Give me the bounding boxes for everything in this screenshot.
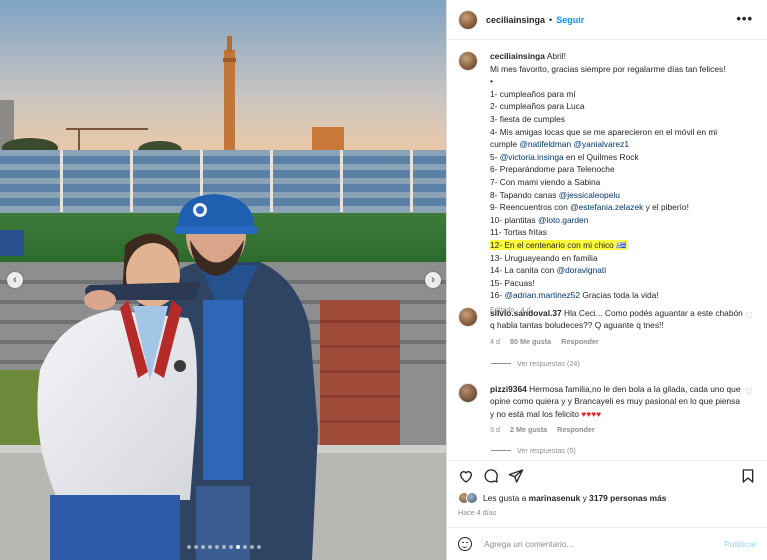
caption-line: 2- cumpleaños para Luca	[490, 101, 585, 112]
likes-summary: Les gusta a marinasenuk y 3179 personas …	[458, 492, 666, 504]
mention-link[interactable]: @yanialvarez1	[573, 139, 629, 149]
view-replies-button[interactable]: Ver respuestas (5)	[491, 446, 576, 455]
mention-link[interactable]: @victoria.insinga	[500, 152, 564, 162]
caption-line: 14- La canita con @doravignati	[490, 265, 607, 276]
caption-line: 10- plantitas @loto.garden	[490, 214, 589, 225]
caption-line: 9- Reencuentros con @estefania.zelazek y…	[490, 202, 689, 213]
stadium-photo	[0, 0, 446, 560]
comment-likes[interactable]: 2 Me gusta	[510, 424, 547, 436]
bookmark-icon[interactable]	[740, 468, 756, 484]
caption-line: 4- Mis amigas locas que se me apareciero…	[490, 126, 718, 150]
comments-section[interactable]: ceciliainsinga Abril! Mi mes favorito, g…	[448, 40, 767, 460]
mention-link[interactable]: @loto.garden	[538, 215, 588, 225]
post-header: ceciliainsinga • Seguir •••	[448, 0, 767, 40]
publish-button[interactable]: Publicar	[724, 539, 757, 549]
avatar[interactable]	[458, 9, 478, 30]
view-replies-button[interactable]: Ver respuestas (24)	[491, 359, 580, 368]
caption-line: Mi mes favorito, gracias siempre por reg…	[490, 63, 726, 74]
liked-by-user[interactable]: marinasenuk	[529, 493, 581, 503]
avatar[interactable]	[458, 383, 478, 403]
caption-username[interactable]: ceciliainsinga	[490, 51, 545, 61]
carousel-dot	[214, 545, 219, 549]
carousel-dot	[207, 545, 212, 549]
likes-count[interactable]: 3179 personas más	[589, 493, 666, 503]
caption-line: 7- Con mami viendo a Sabina	[490, 176, 601, 187]
caption-line: 13- Uruguayeando en familia	[490, 252, 598, 263]
share-send-icon[interactable]	[508, 468, 524, 484]
caption-line: 11- Tortas fritas	[490, 227, 547, 238]
comment-input[interactable]	[484, 539, 724, 549]
carousel-dot	[221, 545, 226, 549]
comment-text: Hermosa familia,no le den bola a la gila…	[490, 384, 741, 419]
reply-button[interactable]: Responder	[561, 336, 599, 348]
caption-line: 6- Preparándome para Telenoche	[490, 164, 615, 175]
carousel-prev-button[interactable]: ‹	[7, 272, 23, 288]
carousel-dot	[200, 545, 205, 549]
avatar[interactable]	[458, 307, 478, 327]
heart-icon[interactable]: ♡	[745, 311, 753, 322]
header-separator: •	[549, 14, 553, 25]
like-heart-icon[interactable]	[458, 468, 474, 484]
caption-bullet: •	[490, 76, 493, 87]
caption-line: 15- Pacuas!	[490, 277, 535, 288]
comment-username[interactable]: silvio.sandoval.37	[490, 308, 562, 318]
caption-line: 16- @adrian.martinez52 Gracias toda la v…	[490, 290, 659, 301]
carousel-dot	[186, 545, 191, 549]
post-caption: ceciliainsinga Abril! Mi mes favorito, g…	[458, 50, 758, 316]
carousel-dot	[249, 545, 254, 549]
carousel-dots	[0, 545, 446, 549]
divider	[491, 450, 511, 451]
follow-button[interactable]: Seguir	[556, 15, 584, 25]
avatar[interactable]	[458, 51, 478, 71]
post-timestamp: Hace 4 días	[458, 508, 497, 517]
more-options-icon[interactable]: •••	[736, 11, 753, 26]
carousel-dot	[228, 545, 233, 549]
caption-text: ceciliainsinga Abril! Mi mes favorito, g…	[490, 50, 745, 316]
carousel-dot	[235, 545, 240, 549]
comment-bubble-icon[interactable]	[483, 468, 499, 484]
action-bar	[448, 460, 767, 488]
header-username[interactable]: ceciliainsinga	[486, 15, 545, 25]
mention-link[interactable]: @doravignati	[557, 265, 606, 275]
comment-age: 4 d	[490, 336, 500, 346]
highlight-mark: 12- En el centenario con mi chico 🇺🇾	[490, 239, 627, 250]
caption-line: 8- Tapando canas @jessicaleopelu	[490, 189, 620, 200]
comment-username[interactable]: pizzi9364	[490, 384, 527, 394]
comment-item: silvio.sandoval.37 Hla Ceci... Como podé…	[458, 307, 763, 348]
heart-icon[interactable]: ♡	[745, 387, 753, 398]
emoji-smile-icon[interactable]	[458, 537, 472, 551]
caption-intro: Abril!	[546, 51, 566, 61]
comment-age: 3 d	[490, 425, 500, 435]
mention-link[interactable]: @adrian.martinez52	[504, 290, 580, 300]
post-photo[interactable]: ‹ ›	[0, 0, 447, 560]
caption-line-highlighted: 12- En el centenario con mi chico 🇺🇾	[490, 239, 745, 252]
chevron-right-icon: ›	[431, 273, 435, 286]
chevron-left-icon: ‹	[13, 273, 17, 286]
caption-line: 5- @victoria.insinga en el Quilmes Rock	[490, 151, 639, 162]
likes-prefix: Les gusta a	[483, 493, 527, 503]
reply-button[interactable]: Responder	[557, 424, 595, 436]
avatar	[466, 492, 478, 504]
add-comment-bar: Publicar	[448, 527, 767, 560]
divider	[491, 363, 511, 364]
likes-connector: y	[582, 493, 587, 503]
heart-emoji: ♥♥♥♥	[581, 408, 602, 419]
view-replies-label: Ver respuestas (24)	[517, 359, 580, 368]
carousel-next-button[interactable]: ›	[425, 272, 441, 288]
carousel-dot	[242, 545, 247, 549]
comment-item: pizzi9364 Hermosa familia,no le den bola…	[458, 383, 763, 437]
caption-line: 3- fiesta de cumples	[490, 113, 565, 124]
post-side-panel: ceciliainsinga • Seguir ••• ceciliainsin…	[448, 0, 767, 560]
carousel-dot	[256, 545, 261, 549]
carousel-dot	[193, 545, 198, 549]
view-replies-label: Ver respuestas (5)	[517, 446, 576, 455]
mention-link[interactable]: @jessicaleopelu	[559, 190, 620, 200]
comment-likes[interactable]: 80 Me gusta	[510, 336, 551, 348]
mention-link[interactable]: @estefania.zelazek	[570, 202, 643, 212]
caption-line: 1- cumpleaños para mí	[490, 88, 576, 99]
mention-link[interactable]: @natifeldman	[519, 139, 571, 149]
